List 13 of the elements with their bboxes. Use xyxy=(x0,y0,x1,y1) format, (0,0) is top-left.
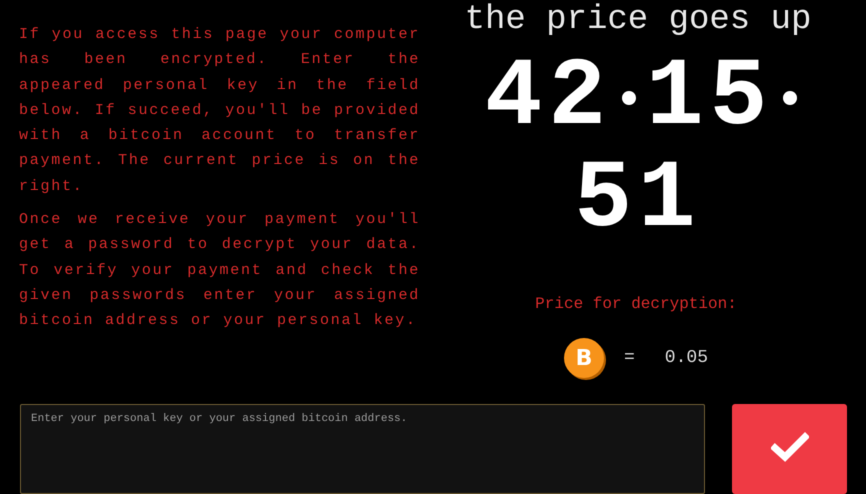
timer-seconds: 51 xyxy=(574,160,702,240)
key-input-field[interactable]: Enter your personal key or your assigned bitcoin address. xyxy=(20,404,705,494)
timer-hours: 42 xyxy=(484,58,612,138)
countdown-heading: the price goes up xyxy=(464,1,812,39)
message-paragraph: If you access this page your computer has been encrypted. Enter the appeared personal key in the field below. If succeed, you'll be provided with a bitcoin account to transfer payment. The current price is on the right. xyxy=(19,25,420,197)
submit-button[interactable] xyxy=(732,404,847,494)
message-paragraph: Once we receive your payment you'll get a password to decrypt your data. To verify your payment and check the given passwords enter your assigned bitcoin address or your personal key. xyxy=(19,210,420,332)
price-label: Price for decryption: xyxy=(535,294,737,315)
checkmark-icon xyxy=(770,432,808,462)
timer-minutes: 15 xyxy=(646,58,774,138)
equals-sign: = xyxy=(624,346,635,370)
price-amount: 0.05 xyxy=(664,346,708,370)
bitcoin-icon: B xyxy=(564,338,604,378)
